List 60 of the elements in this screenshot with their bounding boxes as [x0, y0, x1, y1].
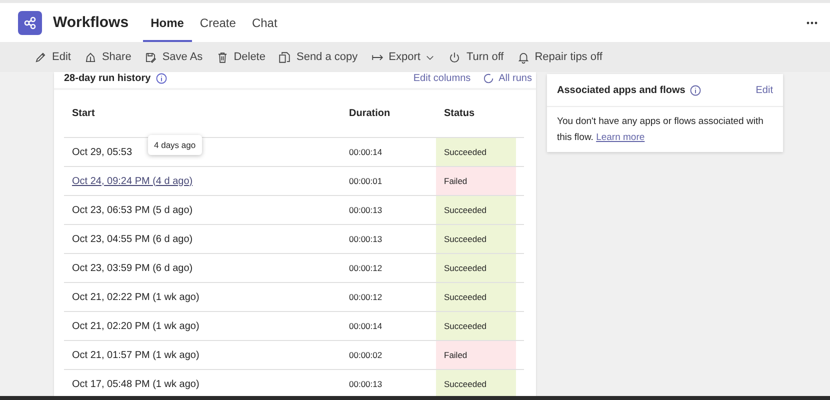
- duration-cell-text: 00:00:13: [349, 205, 384, 215]
- toolbar-button[interactable]: Turn off: [444, 50, 508, 64]
- status-cell: Succeeded: [436, 312, 516, 340]
- status-cell: Succeeded: [436, 254, 516, 282]
- more-icon[interactable]: [806, 20, 818, 24]
- status-cell: Succeeded: [436, 138, 516, 166]
- run-start-link[interactable]: Oct 23, 06:53 PM (5 d ago): [72, 204, 193, 216]
- duration-cell-text: 00:00:12: [349, 292, 384, 302]
- save-icon: [144, 50, 158, 64]
- run-start-link[interactable]: Oct 21, 02:20 PM (1 wk ago): [72, 320, 200, 332]
- all-runs-button[interactable]: All runs: [482, 72, 532, 84]
- copy-icon: [278, 50, 292, 64]
- run-start-link[interactable]: Oct 24, 09:24 PM (4 d ago): [72, 176, 193, 186]
- status-cell: Succeeded: [436, 196, 516, 224]
- status-cell: Succeeded: [436, 225, 516, 253]
- app-logo-icon: [18, 10, 42, 34]
- duration-cell-text: 00:00:02: [349, 350, 384, 360]
- column-header: Start: [71, 108, 96, 119]
- run-start-link[interactable]: Oct 21, 02:22 PM (1 wk ago): [72, 292, 200, 302]
- column-header: Duration: [349, 108, 392, 119]
- run-start-link[interactable]: Oct 29, 05:53: [72, 146, 132, 158]
- run-start-link[interactable]: Oct 21, 01:57 PM (1 wk ago): [72, 350, 200, 360]
- toolbar-button[interactable]: Save As: [140, 50, 207, 64]
- status-cell: Succeeded: [436, 283, 516, 311]
- column-header: Status: [443, 107, 476, 121]
- edit-link[interactable]: Edit: [756, 84, 773, 96]
- toolbar-button[interactable]: Edit: [30, 50, 75, 64]
- duration-cell-text: 00:00:13: [349, 379, 384, 389]
- learn-more-link[interactable]: Learn more: [596, 132, 645, 143]
- bell-icon: [516, 50, 530, 64]
- info-icon[interactable]: [156, 72, 167, 84]
- status-cell: Failed: [436, 341, 516, 369]
- nav-tab[interactable]: Create: [192, 3, 244, 42]
- run-start-link[interactable]: Oct 23, 03:59 PM (6 d ago): [72, 262, 193, 274]
- card-title: 28-day run history: [64, 72, 151, 84]
- tooltip: 4 days ago: [148, 134, 202, 154]
- toolbar-button[interactable]: Delete: [212, 50, 270, 64]
- toolbar-button[interactable]: Share: [80, 50, 136, 64]
- app-title: Workflows: [53, 14, 129, 31]
- toolbar-button[interactable]: Send a copy: [274, 50, 362, 64]
- pencil-icon: [34, 50, 47, 64]
- run-start-link[interactable]: Oct 23, 04:55 PM (6 d ago): [72, 234, 193, 244]
- empty-message: You don't have any apps or flows associated with this flow. Learn more: [556, 115, 764, 145]
- duration-cell-text: 00:00:12: [349, 263, 384, 273]
- duration-cell-text: 00:00:13: [349, 234, 384, 244]
- card-title: Associated apps and flows: [557, 84, 686, 96]
- status-cell: Succeeded: [436, 370, 516, 398]
- run-start-link[interactable]: Oct 17, 05:48 PM (1 wk ago): [72, 378, 200, 390]
- refresh-icon: [482, 72, 494, 84]
- power-icon: [448, 50, 462, 64]
- duration-cell-text: 00:00:01: [349, 176, 384, 186]
- toolbar-button[interactable]: Export: [366, 50, 440, 64]
- toolbar-button[interactable]: Repair tips off: [512, 50, 606, 64]
- nav-tab[interactable]: Chat: [244, 3, 286, 42]
- edit-columns-link[interactable]: Edit columns: [413, 72, 471, 84]
- duration-cell-text: 00:00:14: [349, 147, 384, 157]
- trash-icon: [216, 50, 229, 64]
- status-cell: Failed: [436, 167, 516, 195]
- info-icon[interactable]: [690, 84, 702, 96]
- duration-cell-text: 00:00:14: [349, 321, 384, 331]
